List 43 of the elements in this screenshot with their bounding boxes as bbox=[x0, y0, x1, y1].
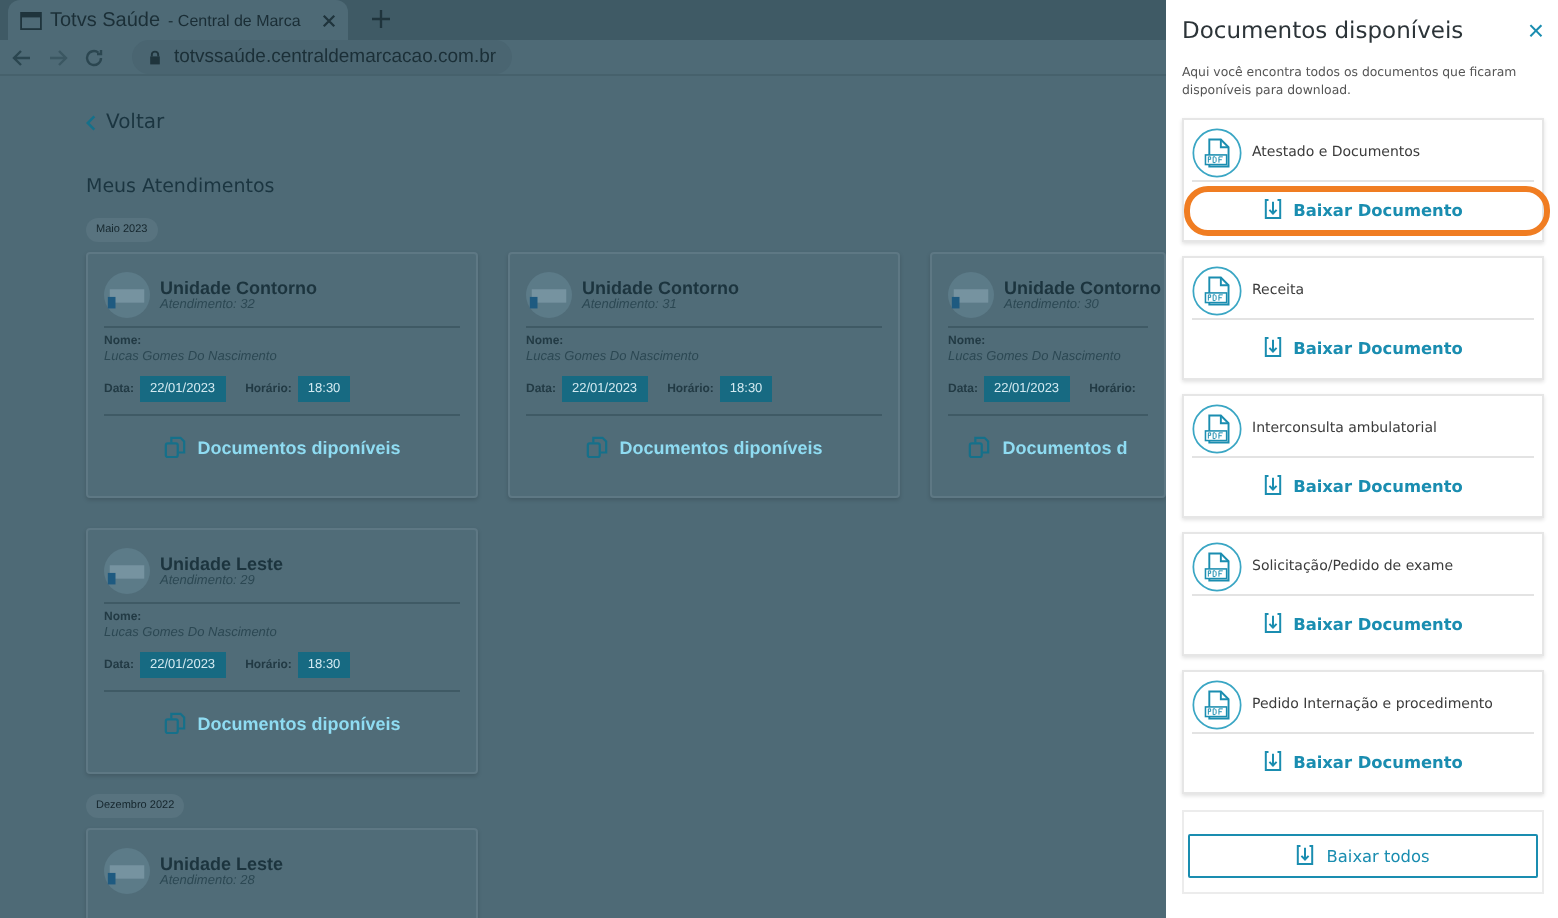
lock-icon bbox=[148, 49, 162, 65]
back-arrow-icon[interactable] bbox=[12, 47, 32, 67]
address-field[interactable]: totvssaúde.centraldemarcacao.com.br bbox=[132, 40, 513, 74]
drawer-title: Documentos disponíveis bbox=[1182, 16, 1464, 44]
documents-icon bbox=[163, 712, 186, 734]
clinic-photo bbox=[104, 272, 150, 318]
documents-icon bbox=[163, 436, 186, 458]
download-all-button[interactable]: Baixar todos bbox=[1188, 833, 1538, 878]
download-icon bbox=[1296, 844, 1315, 867]
documents-icon bbox=[585, 436, 608, 458]
close-button[interactable]: × bbox=[1527, 16, 1544, 44]
download-icon bbox=[1263, 474, 1282, 497]
pdf-file-icon bbox=[1192, 127, 1242, 178]
documents-link[interactable]: Documentos diponíveis bbox=[526, 424, 882, 458]
documents-link[interactable]: Documentos diponíveis bbox=[104, 424, 460, 458]
documents-icon bbox=[968, 436, 991, 458]
clinic-photo bbox=[948, 272, 994, 318]
chevron-left-icon bbox=[86, 114, 96, 132]
clinic-photo bbox=[104, 548, 150, 594]
pdf-file-icon bbox=[1192, 403, 1242, 454]
tab-title: Totvs Saúde bbox=[50, 9, 161, 31]
documents-link[interactable]: Documentos diponíveis bbox=[104, 700, 460, 734]
pdf-file-icon bbox=[1192, 679, 1242, 730]
download-icon bbox=[1263, 612, 1282, 635]
tab-subtitle: - Central de Marca bbox=[168, 11, 301, 29]
close-icon[interactable] bbox=[322, 13, 336, 27]
unit-name: Unidade Contorno bbox=[160, 278, 317, 298]
clinic-photo bbox=[104, 848, 150, 894]
download-icon bbox=[1263, 198, 1282, 221]
pdf-file-icon bbox=[1192, 541, 1242, 592]
download-icon bbox=[1263, 336, 1282, 359]
clinic-photo bbox=[526, 272, 572, 318]
page-icon bbox=[20, 11, 42, 29]
pdf-file-icon bbox=[1192, 265, 1242, 316]
unit-name: Unidade Contorno bbox=[1004, 278, 1161, 298]
documents-link[interactable]: Documentos d bbox=[948, 424, 1148, 458]
reload-icon[interactable] bbox=[84, 47, 104, 67]
unit-name: Unidade Leste bbox=[160, 854, 284, 874]
unit-name: Unidade Contorno bbox=[582, 278, 739, 298]
browser-tab[interactable]: Totvs Saúde - Central de Marca bbox=[8, 0, 348, 40]
new-tab-icon[interactable] bbox=[372, 10, 390, 28]
download-icon bbox=[1263, 750, 1282, 773]
unit-name: Unidade Leste bbox=[160, 554, 284, 574]
